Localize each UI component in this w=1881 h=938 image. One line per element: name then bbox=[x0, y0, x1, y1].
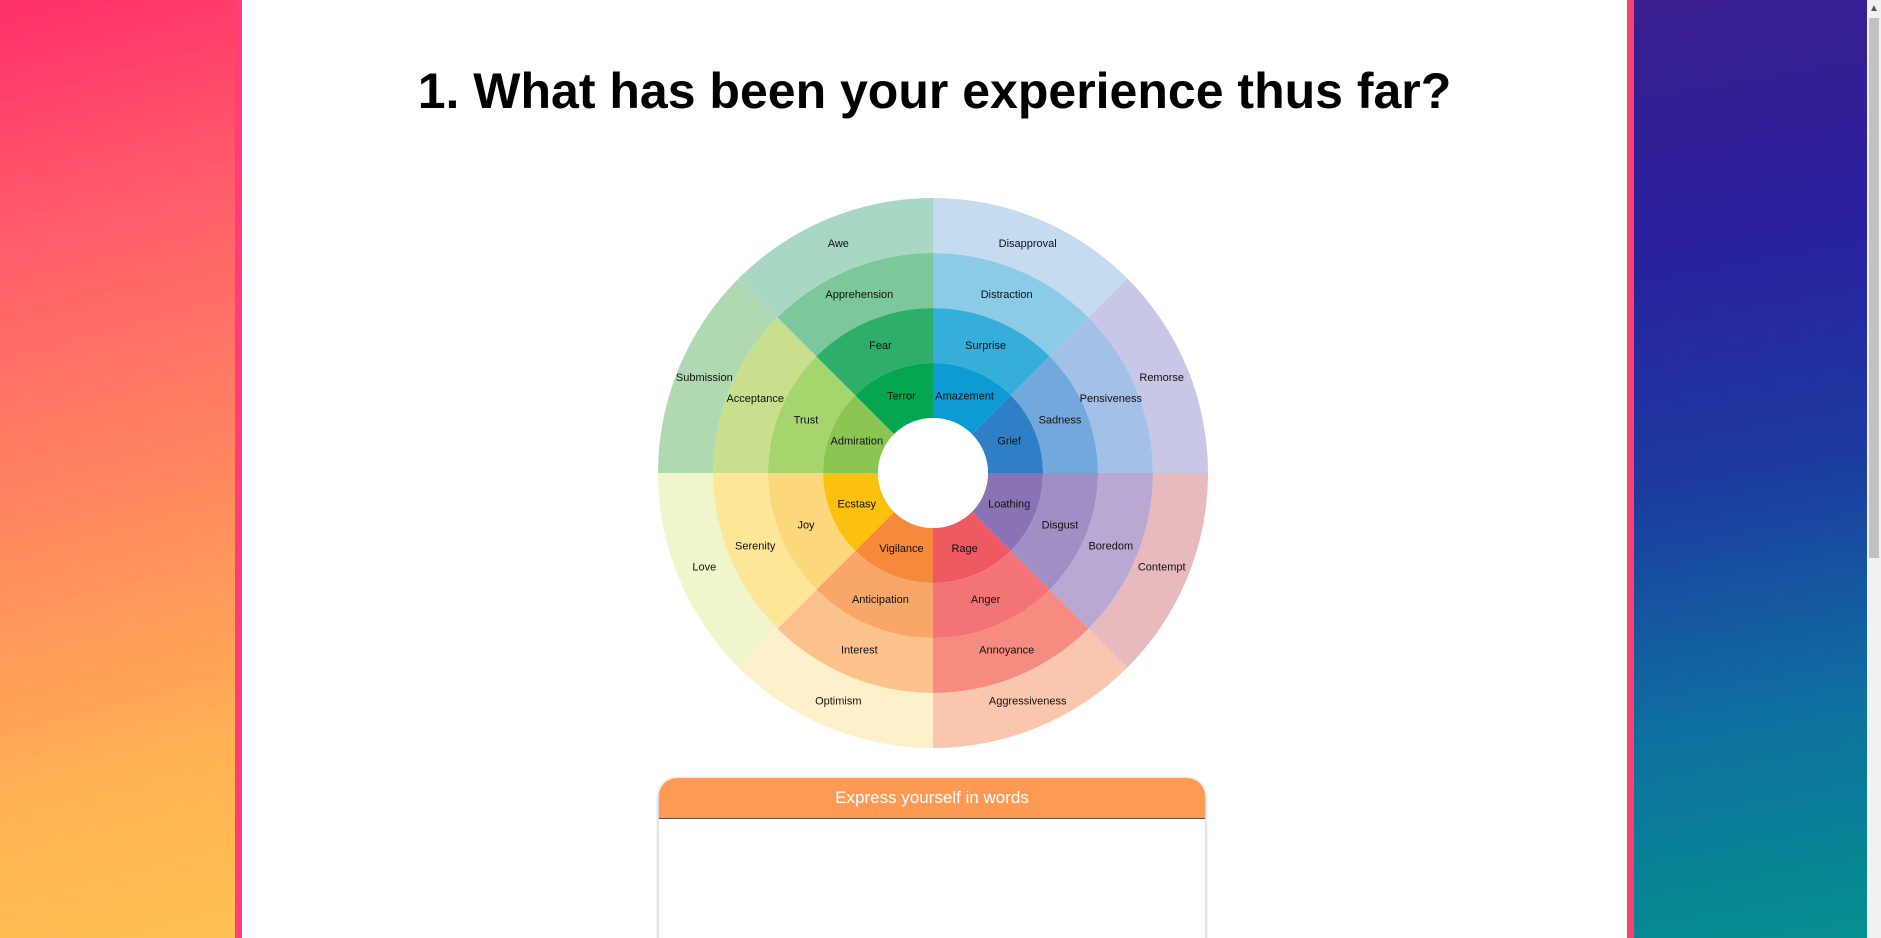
express-card-header: Express yourself in words bbox=[659, 778, 1205, 819]
left-accent-strip bbox=[235, 0, 242, 938]
wheel-center-hole bbox=[878, 418, 988, 528]
scroll-up-arrow-icon[interactable]: ▲ bbox=[1867, 0, 1881, 17]
express-card: Express yourself in words bbox=[659, 778, 1205, 938]
page: 1. What has been your experience thus fa… bbox=[0, 0, 1881, 938]
right-accent-strip bbox=[1627, 0, 1634, 938]
question-title: 1. What has been your experience thus fa… bbox=[417, 63, 1452, 119]
left-gradient-panel bbox=[0, 0, 235, 938]
scrollbar-thumb[interactable] bbox=[1869, 18, 1879, 558]
express-textarea[interactable] bbox=[659, 819, 1205, 938]
emotion-wheel: AmazementSurpriseDistractionDisapprovalG… bbox=[658, 198, 1208, 748]
vertical-scrollbar[interactable]: ▲ bbox=[1867, 0, 1881, 938]
right-gradient-panel bbox=[1627, 0, 1867, 938]
